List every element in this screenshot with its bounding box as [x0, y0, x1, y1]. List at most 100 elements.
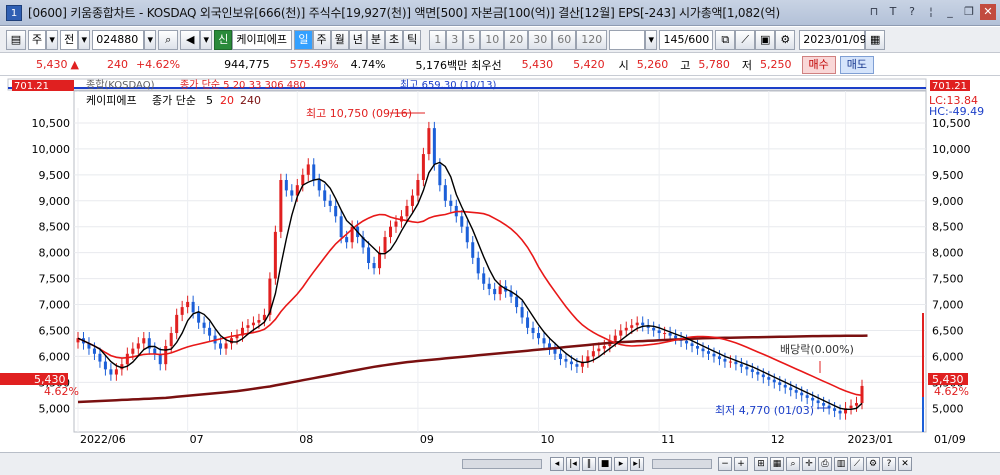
zoom-in-icon[interactable]: + — [734, 457, 748, 471]
candle-body — [131, 348, 135, 354]
candle-body — [630, 325, 634, 328]
buy-button[interactable]: 매수 — [801, 55, 836, 74]
stock-code-input[interactable]: 024880 — [92, 29, 145, 50]
minimize-icon[interactable]: _ — [942, 4, 958, 20]
candle-body — [690, 343, 694, 346]
horizontal-scrollbar[interactable] — [462, 459, 542, 469]
crosshair-icon[interactable]: ✛ — [802, 457, 816, 471]
interval-week[interactable]: 주 — [312, 29, 331, 50]
minute-120[interactable]: 120 — [576, 29, 608, 50]
chevron-down-icon[interactable]: ▾ — [200, 29, 213, 50]
x-tick-label: 09 — [420, 433, 434, 446]
bar-count-total: /600 — [684, 32, 710, 46]
candle-body — [92, 348, 96, 354]
candle-body — [312, 164, 316, 180]
minute-20[interactable]: 20 — [504, 29, 529, 50]
pause-icon[interactable]: ‖ — [582, 457, 596, 471]
candle-body — [564, 358, 568, 362]
save-icon[interactable]: ▣ — [755, 29, 776, 50]
stop-icon[interactable]: ■ — [598, 457, 612, 471]
chevron-down-icon[interactable]: ▾ — [78, 29, 91, 50]
candle-body — [706, 351, 710, 354]
line-tool-icon[interactable]: ⟋ — [735, 29, 756, 50]
candle-body — [498, 286, 502, 295]
calendar-icon[interactable]: ▦ — [865, 29, 886, 50]
candle-body — [186, 301, 190, 308]
candle-body — [619, 330, 623, 336]
interval-tick[interactable]: 틱 — [403, 29, 422, 50]
legend-ma-type: 종가 단순 — [152, 94, 196, 107]
candle-body — [465, 226, 469, 243]
chevron-down-icon[interactable]: ▾ — [144, 29, 157, 50]
minute-10[interactable]: 10 — [480, 29, 505, 50]
interval-month[interactable]: 월 — [330, 29, 349, 50]
candle-body — [778, 382, 782, 385]
speaker-icon[interactable]: ◀ — [180, 29, 201, 50]
candle-body — [750, 369, 754, 372]
settings-icon[interactable]: ⚙ — [866, 457, 880, 471]
window-number-icon[interactable]: 1 — [6, 4, 22, 21]
x-tick-label: 12 — [771, 433, 785, 446]
chevron-down-icon[interactable]: ▾ — [46, 29, 59, 50]
chart-area[interactable]: 종합(KOSDAQ) 종가 단순 5 20 33 306 480 최고 659.… — [0, 77, 1000, 452]
search-icon[interactable]: ⌕ — [158, 29, 179, 50]
candle-body — [805, 395, 809, 398]
magnify-icon[interactable]: ⌕ — [786, 457, 800, 471]
pin-icon[interactable]: ⊓ — [866, 4, 882, 20]
minute-5[interactable]: 5 — [463, 29, 481, 50]
market-select[interactable]: 전 — [60, 29, 79, 50]
price-change-pct: +4.62% — [135, 58, 181, 71]
candlestick-chart[interactable]: 종합(KOSDAQ) 종가 단순 5 20 33 306 480 최고 659.… — [0, 77, 1000, 452]
print-icon[interactable]: ⎙ — [818, 457, 832, 471]
help-icon[interactable]: ? — [904, 4, 920, 20]
scroll-first-icon[interactable]: |◂ — [566, 457, 580, 471]
candle-body — [657, 330, 661, 334]
candle-body — [98, 353, 102, 362]
y-tick-left: 10,000 — [32, 143, 71, 156]
custom-interval-input[interactable] — [609, 29, 646, 50]
bar-count: 145 — [663, 32, 685, 46]
chart-type-badge[interactable]: 신 — [214, 29, 233, 50]
scroll-last-icon[interactable]: ▸| — [630, 457, 644, 471]
interval-second[interactable]: 초 — [385, 29, 404, 50]
settings-icon[interactable]: ⚙ — [775, 29, 796, 50]
bar-count-input[interactable]: 145/600 — [659, 29, 714, 50]
bar-chart-icon[interactable]: ▥ — [834, 457, 848, 471]
y-tick-right: 9,000 — [932, 195, 964, 208]
period-select[interactable]: 주 — [28, 29, 47, 50]
candle-body — [191, 301, 195, 313]
zoom-slider[interactable] — [652, 459, 712, 469]
menu-icon[interactable]: ▤ — [6, 29, 26, 50]
restore-icon[interactable]: ❐ — [961, 4, 977, 20]
close-icon[interactable]: ✕ — [980, 4, 996, 20]
candle-body — [114, 369, 118, 375]
y-tick-right: 9,500 — [932, 169, 964, 182]
candle-body — [421, 154, 425, 180]
minute-30[interactable]: 30 — [528, 29, 553, 50]
candle-body — [515, 296, 519, 308]
chevron-down-icon[interactable]: ▾ — [645, 29, 658, 50]
minute-60[interactable]: 60 — [552, 29, 577, 50]
interval-day[interactable]: 일 — [294, 29, 313, 50]
date-input[interactable]: 2023/01/09 — [799, 29, 867, 50]
help-icon[interactable]: ? — [882, 457, 896, 471]
interval-minute[interactable]: 분 — [366, 29, 385, 50]
zoom-out-icon[interactable]: − — [718, 457, 732, 471]
scroll-left-icon[interactable]: ◂ — [550, 457, 564, 471]
minute-1[interactable]: 1 — [429, 29, 447, 50]
minute-3[interactable]: 3 — [446, 29, 464, 50]
close-icon[interactable]: ✕ — [898, 457, 912, 471]
grid-icon[interactable]: ▦ — [770, 457, 784, 471]
interval-year[interactable]: 년 — [348, 29, 367, 50]
text-icon[interactable]: T — [885, 4, 901, 20]
candle-body — [388, 226, 393, 238]
candle-body — [482, 273, 486, 284]
candle-body — [378, 252, 382, 269]
chart-tool-icon[interactable]: ⊞ — [754, 457, 768, 471]
line-chart-icon[interactable]: ⟋ — [850, 457, 864, 471]
sell-button[interactable]: 매도 — [839, 55, 875, 74]
candle-body — [197, 312, 201, 323]
scroll-right-icon[interactable]: ▸ — [614, 457, 628, 471]
stock-name-field: 케이피에프 — [232, 29, 293, 50]
indicator-icon[interactable]: ⧉ — [715, 29, 736, 50]
